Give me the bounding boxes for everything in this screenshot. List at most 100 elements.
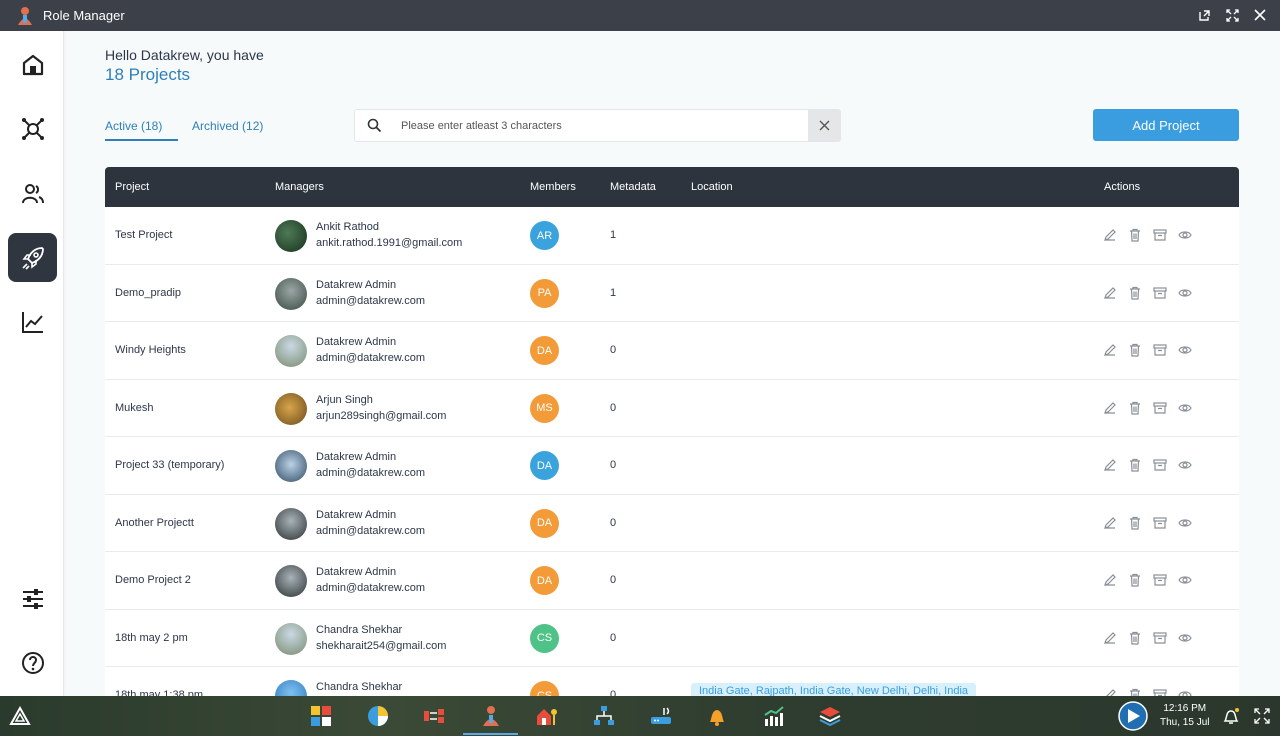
- manager-email: arjun289singh@gmail.com: [316, 409, 447, 422]
- notification-app-icon[interactable]: [706, 705, 728, 727]
- archive-icon[interactable]: [1153, 631, 1167, 645]
- eye-icon[interactable]: [1178, 688, 1192, 696]
- eye-icon[interactable]: [1178, 343, 1192, 357]
- header-project: Project: [115, 181, 150, 193]
- archive-icon[interactable]: [1153, 401, 1167, 415]
- nav-help[interactable]: [8, 638, 57, 687]
- project-count: 18 Projects: [105, 65, 191, 84]
- manager-email: ankit.rathod.1991@gmail.com: [316, 237, 463, 249]
- role-manager-app-icon[interactable]: [480, 705, 502, 727]
- table-body: Test Project Ankit Rathod ankit.rathod.199…: [105, 207, 1239, 696]
- trash-icon[interactable]: [1128, 401, 1142, 415]
- manager-name: Datakrew Admin: [316, 451, 397, 463]
- table-row[interactable]: Demo_pradip Datakrew Admin admin@datakrew.…: [105, 264, 1239, 322]
- table-row[interactable]: 18th may 1:38 pm Chandra Shekhar CS 0 India …: [105, 667, 1239, 696]
- eye-icon[interactable]: [1178, 401, 1192, 415]
- project-name: 18th may 1:38 pm: [115, 689, 204, 696]
- tab-active[interactable]: Active (18): [105, 117, 178, 141]
- nav-settings[interactable]: [8, 574, 57, 623]
- edit-icon[interactable]: [1103, 228, 1117, 242]
- trash-icon[interactable]: [1128, 228, 1142, 242]
- fullscreen-icon[interactable]: [1224, 7, 1240, 23]
- hierarchy-app-icon[interactable]: [593, 705, 615, 727]
- eye-icon[interactable]: [1178, 573, 1192, 587]
- eye-icon[interactable]: [1178, 228, 1192, 242]
- member-badge: MS: [530, 393, 559, 423]
- trash-icon[interactable]: [1128, 573, 1142, 587]
- member-badge: PA: [530, 278, 559, 308]
- edit-icon[interactable]: [1103, 401, 1117, 415]
- edit-icon[interactable]: [1103, 631, 1117, 645]
- table-row[interactable]: Demo Project 2 Datakrew Admin admin@datakr…: [105, 552, 1239, 610]
- manager-avatar: [275, 680, 307, 696]
- archive-icon[interactable]: [1153, 516, 1167, 530]
- trash-icon[interactable]: [1128, 458, 1142, 472]
- edit-icon[interactable]: [1103, 516, 1117, 530]
- nav-users[interactable]: [8, 169, 57, 218]
- nav-home[interactable]: [8, 40, 57, 89]
- manager-name: Chandra Shekhar: [316, 623, 403, 636]
- clock-time: 12:16 PM: [1163, 703, 1207, 714]
- row-actions: [1103, 343, 1192, 357]
- search-input[interactable]: [401, 119, 791, 132]
- assistant-icon[interactable]: [1118, 701, 1148, 731]
- nav-projects[interactable]: [8, 233, 57, 282]
- help-icon: [21, 651, 44, 674]
- network-icon: [21, 117, 44, 140]
- add-project-button[interactable]: Add Project: [1093, 109, 1239, 141]
- home-location-app-icon[interactable]: [536, 705, 558, 727]
- restore-icon[interactable]: [1196, 7, 1212, 23]
- archive-icon[interactable]: [1153, 458, 1167, 472]
- bell-icon[interactable]: [1222, 707, 1240, 725]
- expand-icon[interactable]: [1254, 708, 1270, 724]
- pie-app-icon[interactable]: [367, 705, 389, 727]
- trash-icon[interactable]: [1128, 343, 1142, 357]
- table-row[interactable]: Test Project Ankit Rathod ankit.rathod.199…: [105, 207, 1239, 265]
- metadata-count: 0: [610, 516, 617, 529]
- main-content: Hello Datakrew, you have 18 Projects Act…: [64, 31, 1280, 696]
- header-members: Members: [530, 181, 576, 193]
- trash-icon[interactable]: [1128, 631, 1142, 645]
- table-row[interactable]: Mukesh Arjun Singh arjun289singh@gmail.com…: [105, 379, 1239, 437]
- eye-icon[interactable]: [1178, 458, 1192, 472]
- edit-icon[interactable]: [1103, 688, 1117, 696]
- router-app-icon[interactable]: [650, 705, 672, 727]
- edit-icon[interactable]: [1103, 458, 1117, 472]
- table-row[interactable]: Project 33 (temporary) Datakrew Admin admi…: [105, 437, 1239, 495]
- nav-analytics[interactable]: [8, 297, 57, 346]
- close-icon[interactable]: [1252, 7, 1268, 23]
- eye-icon[interactable]: [1178, 286, 1192, 300]
- eye-icon[interactable]: [1178, 516, 1192, 530]
- member-badge: CS: [530, 623, 559, 653]
- greeting-text: Hello Datakrew, you have: [105, 47, 264, 63]
- flow-app-icon[interactable]: [423, 705, 445, 727]
- edit-icon[interactable]: [1103, 286, 1117, 300]
- table-row[interactable]: Windy Heights Datakrew Admin admin@datakre…: [105, 322, 1239, 380]
- manager-name: Datakrew Admin: [316, 278, 397, 291]
- archive-icon[interactable]: [1153, 573, 1167, 587]
- edit-icon[interactable]: [1103, 573, 1117, 587]
- trash-icon[interactable]: [1128, 286, 1142, 300]
- header-managers: Managers: [275, 181, 324, 193]
- dashboard-app-icon[interactable]: [310, 705, 332, 727]
- launcher-icon[interactable]: [9, 705, 31, 727]
- manager-name: Datakrew Admin: [316, 336, 397, 348]
- trash-icon[interactable]: [1128, 516, 1142, 530]
- analytics-app-icon[interactable]: [763, 705, 785, 727]
- archive-icon[interactable]: [1153, 343, 1167, 357]
- clear-search-button[interactable]: [808, 110, 840, 141]
- table-row[interactable]: 18th may 2 pm Chandra Shekhar shekharait25…: [105, 609, 1239, 667]
- archive-icon[interactable]: [1153, 688, 1167, 696]
- project-name: Project 33 (temporary): [115, 459, 225, 471]
- metadata-count: 1: [610, 229, 617, 241]
- edit-icon[interactable]: [1103, 343, 1117, 357]
- taskbar-clock[interactable]: 12:16 PM Thu, 15 Jul: [1160, 702, 1209, 730]
- archive-icon[interactable]: [1153, 286, 1167, 300]
- archive-icon[interactable]: [1153, 228, 1167, 242]
- nav-network[interactable]: [8, 104, 57, 153]
- trash-icon[interactable]: [1128, 688, 1142, 696]
- table-row[interactable]: Another Projectt Datakrew Admin admin@data…: [105, 494, 1239, 552]
- eye-icon[interactable]: [1178, 631, 1192, 645]
- layers-app-icon[interactable]: [819, 705, 841, 727]
- tab-archived[interactable]: Archived (12): [192, 117, 263, 141]
